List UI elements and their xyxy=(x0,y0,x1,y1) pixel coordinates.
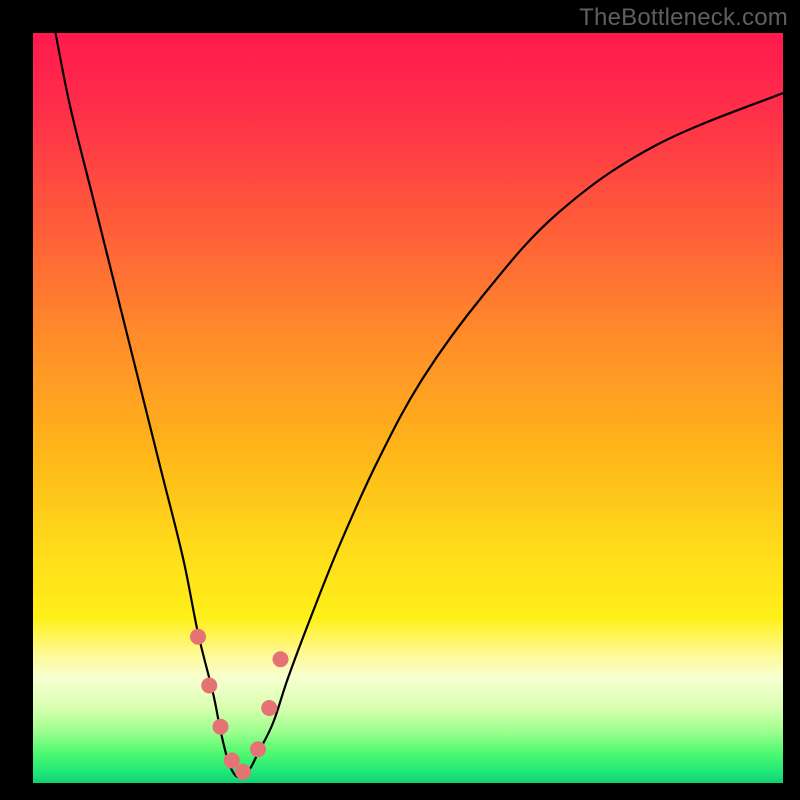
marker-point xyxy=(190,629,206,645)
marker-point xyxy=(213,719,229,735)
chart-frame: TheBottleneck.com xyxy=(0,0,800,800)
marker-point xyxy=(250,741,266,757)
marker-point xyxy=(201,678,217,694)
marker-point xyxy=(273,651,289,667)
chart-svg xyxy=(33,33,783,783)
marker-point xyxy=(261,700,277,716)
marker-point xyxy=(235,764,251,780)
plot-area xyxy=(33,33,783,783)
watermark-text: TheBottleneck.com xyxy=(579,4,788,32)
